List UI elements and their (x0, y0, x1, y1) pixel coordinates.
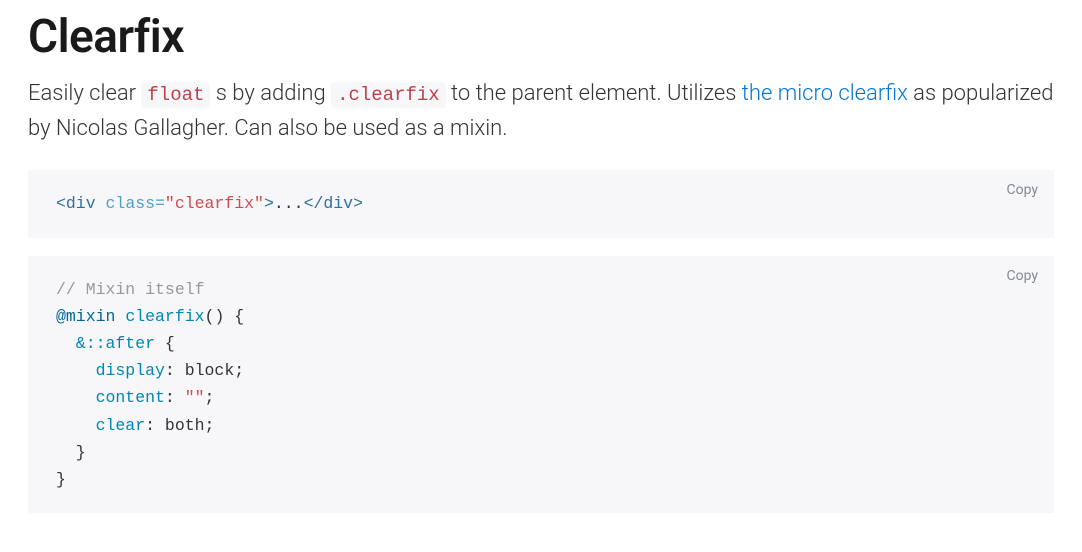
lead-text: . Utilizes (656, 81, 741, 106)
value: : both; (145, 416, 214, 435)
tag: > (264, 194, 274, 213)
attr-value: "clearfix" (165, 194, 264, 213)
punct: ; (205, 388, 215, 407)
tag: <div (56, 194, 96, 213)
content: ... (274, 194, 304, 213)
function-name: clearfix (115, 307, 204, 326)
code-content: // Mixin itself @mixin clearfix() { &::a… (56, 276, 1026, 494)
punct: { (155, 334, 175, 353)
tag: </div> (304, 194, 363, 213)
lead-text: Easily clear (28, 81, 141, 106)
comment: // Mixin itself (56, 280, 205, 299)
code-block-html: Copy <div class="clearfix">...</div> (28, 170, 1054, 237)
punct: } (56, 470, 66, 489)
string: "" (185, 388, 205, 407)
code-content: <div class="clearfix">...</div> (56, 190, 1026, 217)
lead-text: to the parent element (446, 81, 657, 106)
property: clear (56, 416, 145, 435)
lead-paragraph: Easily clear float s by adding .clearfix… (28, 76, 1054, 146)
property: content (56, 388, 165, 407)
value: : block; (165, 361, 244, 380)
selector: &::after (56, 334, 155, 353)
copy-button[interactable]: Copy (1006, 182, 1038, 198)
property: display (56, 361, 165, 380)
micro-clearfix-link[interactable]: the micro clearfix (742, 81, 908, 106)
copy-button[interactable]: Copy (1006, 268, 1038, 284)
punct: () { (205, 307, 245, 326)
lead-text: s by adding (210, 81, 331, 106)
punct: } (56, 443, 86, 462)
inline-code-clearfix: .clearfix (331, 82, 446, 108)
punct: : (165, 388, 185, 407)
attr-name: class= (96, 194, 165, 213)
code-block-scss: Copy // Mixin itself @mixin clearfix() {… (28, 256, 1054, 514)
keyword: @mixin (56, 307, 115, 326)
inline-code-float: float (141, 82, 210, 108)
page-title: Clearfix (28, 10, 1054, 64)
